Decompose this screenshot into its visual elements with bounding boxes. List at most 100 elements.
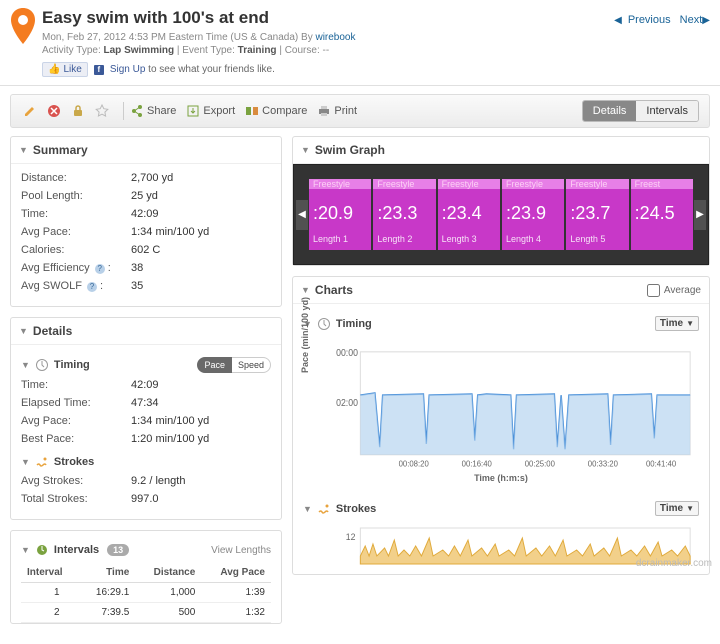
collapse-icon: ▼ xyxy=(303,504,312,514)
x-axis-label: Time (h:m:s) xyxy=(303,471,699,489)
swim-scroll-left[interactable]: ◀ xyxy=(296,200,308,230)
swimmer-icon xyxy=(317,502,331,516)
intervals-count: 13 xyxy=(107,544,129,556)
length-time: :23.7 xyxy=(570,203,624,224)
activity-title: Easy swim with 100's at end xyxy=(42,8,614,28)
swim-graph-header[interactable]: ▼Swim Graph xyxy=(293,137,709,164)
average-checkbox[interactable] xyxy=(647,284,660,297)
chevron-left-icon: ◀ xyxy=(614,15,622,26)
stroke-type: Freestyle xyxy=(506,179,543,189)
next-link[interactable]: Next xyxy=(680,14,703,26)
tab-intervals[interactable]: Intervals xyxy=(636,101,698,121)
y-tick: 00:00 xyxy=(336,348,358,359)
author-link[interactable]: wirebook xyxy=(315,32,355,43)
swim-strip: Freestyle :20.9 Length 1 Freestyle:23.3Leng… xyxy=(308,179,694,250)
summary-header[interactable]: ▼Summary xyxy=(11,137,281,164)
chart-timing-header[interactable]: ▼ Timing Time▼ xyxy=(303,312,699,337)
intervals-label: Intervals xyxy=(54,544,99,556)
swim-length-cell[interactable]: Freestyle:23.4Length 3 xyxy=(438,179,500,250)
collapse-icon: ▼ xyxy=(21,457,30,467)
svg-text:00:25:00: 00:25:00 xyxy=(525,459,556,468)
charts-panel: ▼Charts Average ▼ Timing Time▼ Pace (min… xyxy=(292,276,710,575)
compare-button[interactable]: Compare xyxy=(245,104,307,118)
star-icon[interactable] xyxy=(93,102,111,120)
swimmer-icon xyxy=(35,455,49,469)
swim-scroll-right[interactable]: ▶ xyxy=(694,200,706,230)
summary-row: Distance:2,700 yd xyxy=(21,172,271,184)
table-row[interactable]: 27:39.55001:32 xyxy=(21,603,271,623)
length-number: Length 1 xyxy=(313,234,367,244)
print-button[interactable]: Print xyxy=(317,104,357,118)
timing-subheader[interactable]: ▼ Timing Pace Speed xyxy=(21,353,271,379)
nav-links: ◀ Previous Next▶ xyxy=(614,8,710,77)
clock-icon xyxy=(317,317,331,331)
swim-length-cell[interactable]: Freestyle :20.9 Length 1 xyxy=(309,179,371,250)
help-icon[interactable]: ? xyxy=(95,264,105,274)
chart-timing-label: Timing xyxy=(336,318,372,330)
share-button[interactable]: Share xyxy=(130,104,176,118)
speed-toggle[interactable]: Speed xyxy=(232,357,271,373)
details-header[interactable]: ▼Details xyxy=(11,318,281,345)
y-tick: 12 xyxy=(346,532,356,542)
pace-toggle[interactable]: Pace xyxy=(197,357,232,373)
intervals-table: IntervalTimeDistanceAvg Pace 116:29.11,0… xyxy=(21,563,271,623)
swim-length-cell[interactable]: Freestyle:23.7Length 5 xyxy=(566,179,628,250)
delete-icon[interactable] xyxy=(45,102,63,120)
activity-meta: Activity Type: Lap Swimming | Event Type… xyxy=(42,45,614,56)
export-button[interactable]: Export xyxy=(186,104,235,118)
timing-chart[interactable]: Pace (min/100 yd) 00:00 02:00 00:08:2000… xyxy=(307,341,695,471)
intervals-header[interactable]: ▼ Intervals 13 View Lengths xyxy=(21,539,271,563)
swim-length-cell[interactable]: Freestyle:23.9Length 4 xyxy=(502,179,564,250)
table-row[interactable]: 116:29.11,0001:39 xyxy=(21,583,271,603)
chevron-right-icon: ▶ xyxy=(702,15,710,26)
summary-row: Avg Pace:1:34 min/100 yd xyxy=(21,226,271,238)
share-icon xyxy=(130,104,144,118)
strokes-label: Strokes xyxy=(54,456,94,468)
chart-strokes-label: Strokes xyxy=(336,503,376,515)
view-tabs: Details Intervals xyxy=(582,100,699,122)
strokes-x-select[interactable]: Time▼ xyxy=(655,501,699,516)
help-icon[interactable]: ? xyxy=(87,282,97,292)
svg-text:00:33:20: 00:33:20 xyxy=(588,459,619,468)
length-time: :20.9 xyxy=(313,203,367,224)
svg-text:00:41:40: 00:41:40 xyxy=(646,459,677,468)
summary-row: Pool Length:25 yd xyxy=(21,190,271,202)
fb-like-button[interactable]: 👍Like xyxy=(42,62,88,77)
detail-row: Time:42:09 xyxy=(21,379,271,391)
svg-text:00:16:40: 00:16:40 xyxy=(462,459,493,468)
clock-icon xyxy=(35,358,49,372)
strokes-subheader[interactable]: ▼ Strokes xyxy=(21,451,271,475)
average-label: Average xyxy=(664,285,701,296)
collapse-icon: ▼ xyxy=(19,145,28,155)
details-panel: ▼Details ▼ Timing Pace Speed Time:42:09 E… xyxy=(10,317,282,520)
chart-strokes-header[interactable]: ▼ Strokes Time▼ xyxy=(303,497,699,522)
prev-link[interactable]: Previous xyxy=(628,14,671,26)
tab-details[interactable]: Details xyxy=(583,101,637,121)
stroke-type: Freestyle xyxy=(442,179,479,189)
timing-x-select[interactable]: Time▼ xyxy=(655,316,699,331)
intervals-panel: ▼ Intervals 13 View Lengths IntervalTime… xyxy=(10,530,282,624)
detail-row: Elapsed Time:47:34 xyxy=(21,397,271,409)
chevron-down-icon: ▼ xyxy=(686,504,694,513)
length-number: Length 4 xyxy=(506,234,560,244)
toolbar: Share Export Compare Print Details Inter… xyxy=(10,94,710,128)
detail-row: Total Strokes:997.0 xyxy=(21,493,271,505)
view-lengths-link[interactable]: View Lengths xyxy=(211,545,271,556)
summary-row: Avg Efficiency ? :38 xyxy=(21,262,271,274)
stroke-type: Freestyle xyxy=(313,179,350,189)
timing-label: Timing xyxy=(54,359,90,371)
fb-signup-text: Sign Up to see what your friends like. xyxy=(110,64,275,75)
charts-header[interactable]: ▼Charts Average xyxy=(293,277,709,304)
pace-speed-toggle: Pace Speed xyxy=(197,357,271,373)
activity-header: Easy swim with 100's at end Mon, Feb 27,… xyxy=(0,0,720,86)
lock-icon[interactable] xyxy=(69,102,87,120)
collapse-icon: ▼ xyxy=(19,326,28,336)
collapse-icon: ▼ xyxy=(21,545,30,555)
fb-signup-link[interactable]: Sign Up xyxy=(110,64,146,75)
edit-icon[interactable] xyxy=(21,102,39,120)
map-marker-icon xyxy=(10,8,36,77)
swim-length-cell[interactable]: Freest:24.5 xyxy=(631,179,693,250)
length-time: :23.4 xyxy=(442,203,496,224)
stroke-type: Freestyle xyxy=(377,179,414,189)
swim-length-cell[interactable]: Freestyle:23.3Length 2 xyxy=(373,179,435,250)
